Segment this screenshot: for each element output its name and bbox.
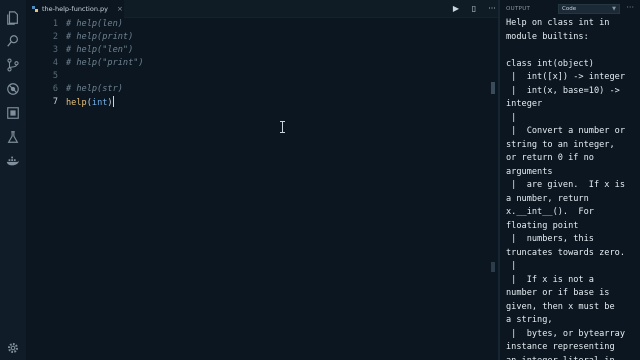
text-cursor	[112, 96, 114, 107]
output-more-button[interactable]: ···	[626, 3, 634, 12]
code-line-1: # help(len)	[66, 19, 123, 29]
output-scroll-marker	[491, 262, 495, 272]
line-number: 7	[52, 97, 58, 107]
explorer-icon[interactable]	[5, 10, 21, 26]
extensions-icon[interactable]	[5, 105, 21, 121]
output-line: number or if base is	[506, 288, 610, 298]
tab-close-icon[interactable]: ×	[117, 5, 123, 13]
source-control-icon[interactable]	[5, 57, 21, 73]
output-line: a string,	[506, 315, 553, 325]
mouse-ibeam-icon	[280, 118, 285, 133]
code-line-6: # help(str)	[66, 84, 123, 94]
code-line-2: # help(print)	[66, 32, 134, 42]
output-channel-value: Code	[562, 6, 577, 12]
line-number: 3	[52, 45, 58, 55]
output-line: | int([x]) -> integer	[506, 72, 625, 82]
editor-actions: ▶ ▯ ···	[450, 2, 498, 14]
settings-gear-icon[interactable]	[5, 340, 21, 356]
output-line: arguments	[506, 166, 553, 177]
output-line: |	[506, 261, 517, 271]
output-header: OUTPUT Code ▼ ···	[500, 0, 640, 18]
code-line-7: help(int)	[66, 96, 114, 110]
output-line: floating point	[506, 220, 579, 231]
output-line: |	[506, 112, 517, 123]
output-line: | are given. If x is	[506, 180, 625, 190]
output-line: integer	[506, 99, 543, 109]
tab-the-help-function[interactable]: the-help-function.py ×	[26, 0, 124, 18]
output-line: instance representing	[506, 342, 615, 352]
output-line: Help on class int in	[506, 18, 610, 28]
code-line-3: # help("len")	[66, 45, 134, 55]
tab-label: the-help-function.py	[42, 5, 108, 13]
run-button[interactable]: ▶	[450, 2, 462, 14]
python-file-icon	[32, 6, 38, 12]
line-number: 4	[52, 58, 58, 68]
output-line: or return 0 if no	[506, 153, 594, 163]
debug-icon[interactable]	[5, 81, 21, 97]
search-icon[interactable]	[5, 33, 21, 49]
line-number: 2	[52, 32, 58, 42]
output-line: x.__int__(). For	[506, 207, 594, 217]
output-line: module builtins:	[506, 31, 589, 42]
output-line: truncates towards zero.	[506, 247, 625, 258]
output-line: | numbers, this	[506, 234, 594, 244]
output-line: | If x is not a	[506, 274, 594, 285]
output-line: | bytes, or bytearray	[506, 328, 625, 339]
chevron-down-icon: ▼	[612, 6, 616, 12]
output-panel: OUTPUT Code ▼ ··· Help on class int in mo…	[500, 0, 640, 360]
output-line: | int(x, base=10) ->	[506, 85, 620, 96]
docker-icon[interactable]	[5, 153, 21, 169]
code-editor[interactable]: 1 2 3 4 5 6 7 # help(len) # help(print) …	[26, 18, 496, 360]
output-line: an integer literal in	[506, 355, 615, 360]
editor-tab-bar: the-help-function.py × ▶ ▯ ···	[26, 0, 498, 18]
more-actions-button[interactable]: ···	[486, 2, 498, 14]
line-number: 6	[52, 84, 58, 94]
split-editor-button[interactable]: ▯	[468, 2, 480, 14]
line-number: 5	[52, 71, 58, 81]
int-argument: int	[91, 98, 108, 108]
output-title: OUTPUT	[506, 6, 531, 12]
output-line: given, then x must be	[506, 301, 615, 312]
output-line: a number, return	[506, 193, 589, 204]
testing-flask-icon[interactable]	[5, 129, 21, 145]
output-line: | Convert a number or	[506, 126, 625, 136]
output-line: string to an integer,	[506, 139, 615, 150]
output-line: class int(object)	[506, 58, 594, 69]
code-line-4: # help("print")	[66, 58, 144, 68]
line-number: 1	[52, 19, 58, 29]
help-call: help	[66, 98, 87, 108]
output-channel-select[interactable]: Code ▼	[558, 4, 620, 14]
editor-scrollbar-thumb[interactable]	[491, 82, 495, 94]
activity-bar	[0, 0, 26, 360]
